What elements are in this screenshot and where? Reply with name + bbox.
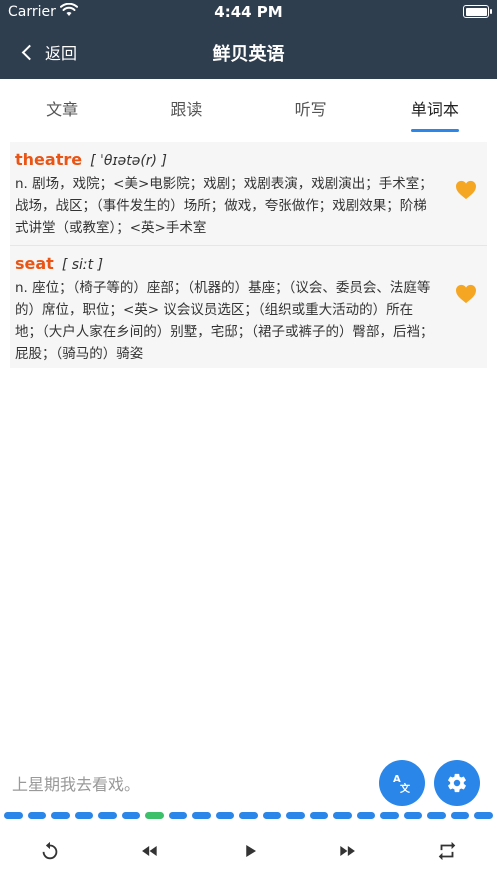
svg-text:文: 文 [400, 782, 411, 795]
replay-button[interactable] [34, 835, 66, 867]
list-item[interactable]: theatre [ ˈθɪətə(r) ] n. 剧场，戏院；<美>电影院；戏剧… [10, 142, 487, 246]
status-time: 4:44 PM [214, 3, 283, 21]
progress-segment[interactable] [403, 812, 423, 819]
list-item[interactable]: seat [ siːt ] n. 座位；（椅子等的）座部；（机器的）基座；（议会… [10, 246, 487, 368]
tab-dictation[interactable]: 听写 [249, 79, 373, 133]
progress-segment[interactable] [74, 812, 94, 819]
progress-segment[interactable] [4, 812, 23, 819]
progress-segment[interactable] [427, 812, 446, 819]
rewind-icon [142, 846, 157, 856]
word-text: theatre [15, 150, 83, 169]
player-controls [0, 835, 497, 867]
progress-segment[interactable] [121, 812, 141, 819]
gear-icon [448, 773, 466, 793]
progress-segment[interactable] [286, 812, 305, 819]
progress-segment[interactable] [27, 812, 47, 819]
settings-button[interactable] [434, 760, 480, 806]
page-title: 鲜贝英语 [212, 44, 285, 65]
fast-forward-icon [340, 846, 355, 856]
app-screen: Carrier 4:44 PM 返回 鲜贝英语 文章 跟读 听写 单词本 the… [0, 0, 497, 883]
tab-bar: 文章 跟读 听写 单词本 [0, 79, 497, 133]
status-bar: Carrier 4:44 PM [0, 0, 497, 26]
replay-icon [42, 841, 58, 860]
tab-follow-read[interactable]: 跟读 [124, 79, 248, 133]
tab-label: 跟读 [170, 100, 203, 119]
next-button[interactable] [331, 835, 363, 867]
progress-segment[interactable] [474, 812, 493, 819]
header: Carrier 4:44 PM 返回 鲜贝英语 [0, 0, 497, 79]
word-definition: n. 座位；（椅子等的）座部；（机器的）基座；（议会、委员会、法庭等的）席位，职… [15, 280, 434, 362]
progress-segment[interactable] [192, 812, 211, 819]
progress-segment[interactable] [450, 812, 470, 819]
repeat-button[interactable] [431, 835, 463, 867]
sentence-progress[interactable] [0, 812, 497, 820]
progress-segment[interactable] [98, 812, 117, 819]
translate-button[interactable]: A 文 [379, 760, 425, 806]
word-definition: n. 剧场，戏院；<美>电影院；戏剧；戏剧表演，戏剧演出；手术室；战场，战区；（… [15, 176, 433, 236]
vocabulary-list[interactable]: theatre [ ˈθɪətə(r) ] n. 剧场，戏院；<美>电影院；戏剧… [10, 142, 487, 368]
word-phonetic: [ ˈθɪətə(r) ] [90, 153, 167, 169]
previous-button[interactable] [134, 835, 166, 867]
progress-segment[interactable] [215, 812, 235, 819]
repeat-icon [438, 841, 456, 861]
progress-segment[interactable] [51, 812, 70, 819]
play-icon [246, 845, 256, 857]
progress-segment[interactable] [168, 812, 188, 819]
word-text: seat [15, 254, 54, 273]
play-button[interactable] [234, 835, 266, 867]
heart-icon[interactable] [455, 180, 477, 200]
progress-segment[interactable] [309, 812, 329, 819]
tab-article[interactable]: 文章 [0, 79, 124, 133]
progress-segment[interactable] [239, 812, 258, 819]
current-sentence: 上星期我去看戏。 [12, 775, 141, 794]
battery-icon [463, 5, 492, 18]
progress-segment[interactable] [262, 812, 282, 819]
progress-segment[interactable] [380, 812, 399, 819]
progress-segment[interactable] [356, 812, 376, 819]
tab-vocabulary[interactable]: 单词本 [373, 79, 497, 133]
progress-segment-current[interactable] [145, 812, 164, 819]
tab-label: 文章 [46, 100, 79, 119]
tab-label: 听写 [294, 100, 327, 119]
heart-icon[interactable] [455, 284, 477, 304]
tab-label: 单词本 [410, 100, 459, 119]
word-phonetic: [ siːt ] [61, 257, 104, 273]
translate-icon: A 文 [393, 774, 411, 795]
nav-bar: 返回 鲜贝英语 [0, 26, 497, 79]
tab-active-indicator [410, 129, 459, 132]
progress-segment[interactable] [333, 812, 352, 819]
